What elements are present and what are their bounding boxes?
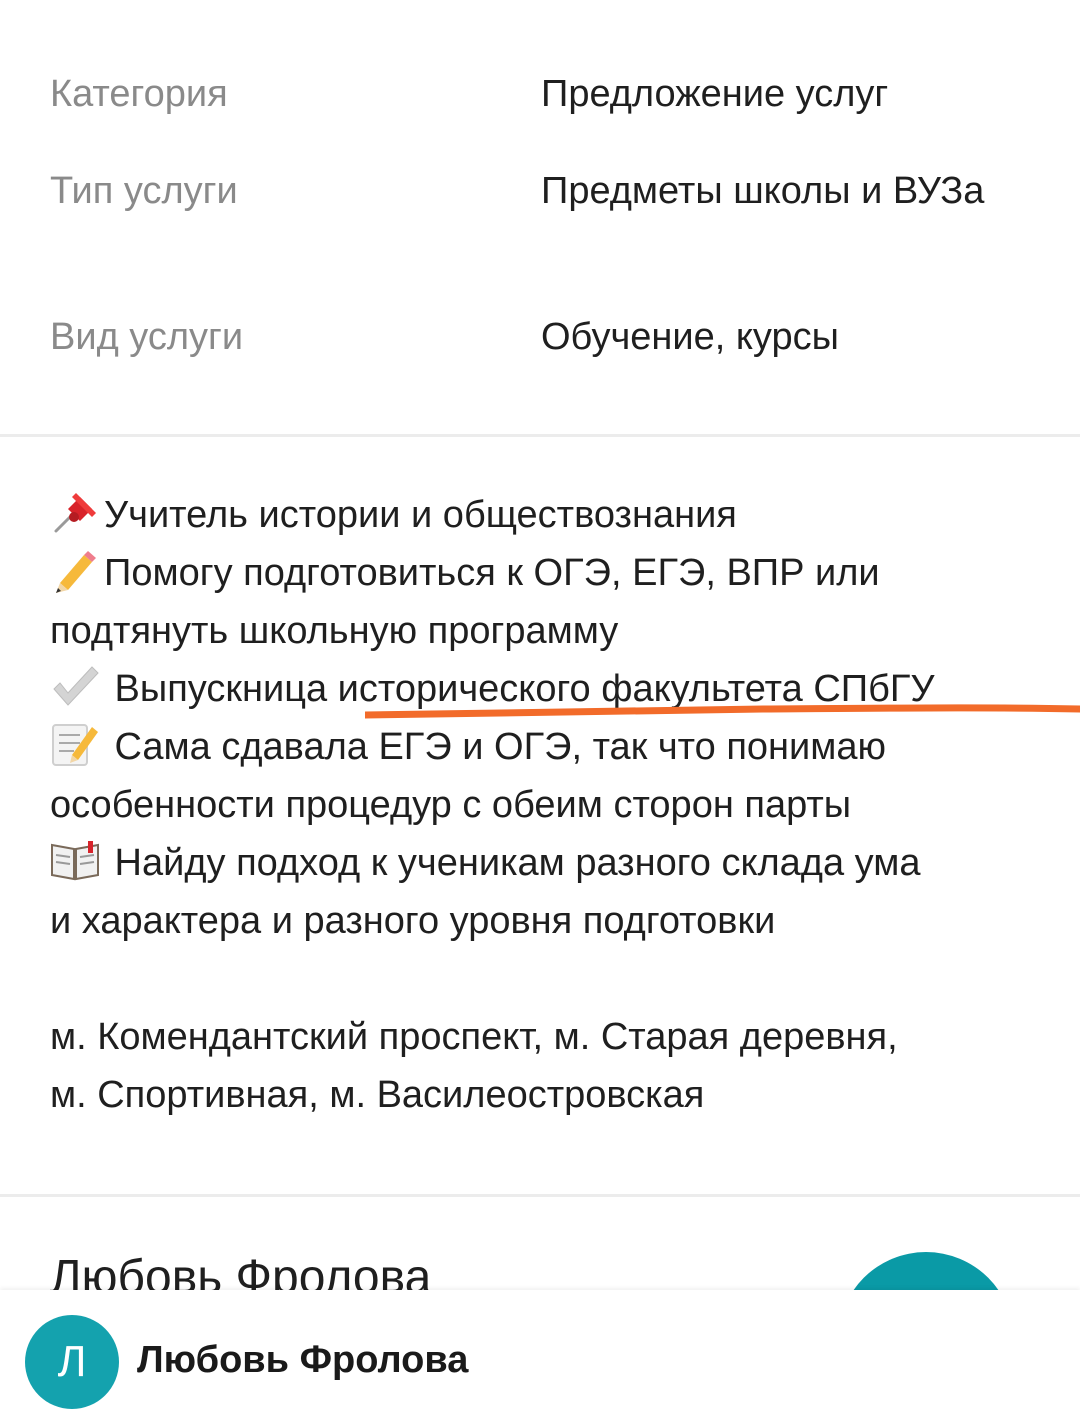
description-line: подтянуть школьную программу <box>50 610 619 652</box>
description-text: Сама сдавала ЕГЭ и ОГЭ, так что понимаю <box>104 726 887 768</box>
check-mark-icon <box>50 663 100 709</box>
pushpin-icon <box>50 489 100 535</box>
description-text: Найду подход к ученикам разного склада у… <box>104 842 921 884</box>
param-label: Вид услуги <box>50 316 244 358</box>
open-book-icon <box>50 837 100 883</box>
param-label: Категория <box>50 73 228 115</box>
ad-details-page: Категория Предложение услуг Тип услуги П… <box>0 0 1080 1418</box>
section-divider <box>0 1194 1080 1197</box>
seller-name-bottom[interactable]: Любовь Фролова <box>137 1336 468 1384</box>
section-divider <box>0 434 1080 437</box>
description-line: Найду подход к ученикам разного склада у… <box>50 834 1040 892</box>
description-line: Сама сдавала ЕГЭ и ОГЭ, так что понимаю <box>50 718 1040 776</box>
description-line: особенности процедур с обеим сторон парт… <box>50 784 852 826</box>
pencil-icon <box>50 547 100 593</box>
metro-line: м. Комендантский проспект, м. Старая дер… <box>50 1016 898 1058</box>
description-line: и характера и разного уровня подготовки <box>50 900 776 942</box>
description-text: Учитель истории и обществознания <box>104 494 737 536</box>
description-line: Помогу подготовиться к ОГЭ, ЕГЭ, ВПР или <box>50 544 1040 602</box>
avatar[interactable]: Л <box>25 1315 119 1409</box>
memo-icon <box>50 721 100 767</box>
description-line: Учитель истории и обществознания <box>50 486 1040 544</box>
description-text: Выпускница исторического факультета СПбГ… <box>104 668 935 710</box>
description-text: Помогу подготовиться к ОГЭ, ЕГЭ, ВПР или <box>104 552 880 594</box>
ad-description: Учитель истории и обществознания Помогу … <box>50 486 1040 950</box>
metro-stations: м. Комендантский проспект, м. Старая дер… <box>50 1008 1040 1124</box>
seller-bottom-bar[interactable]: Л Любовь Фролова <box>0 1290 1080 1418</box>
metro-line: м. Спортивная, м. Василеостровская <box>50 1074 705 1116</box>
param-value: Предметы школы и ВУЗа <box>541 170 985 212</box>
param-value: Обучение, курсы <box>541 316 839 358</box>
param-value: Предложение услуг <box>541 73 889 115</box>
param-label: Тип услуги <box>50 170 238 212</box>
description-line: Выпускница исторического факультета СПбГ… <box>50 660 1040 718</box>
